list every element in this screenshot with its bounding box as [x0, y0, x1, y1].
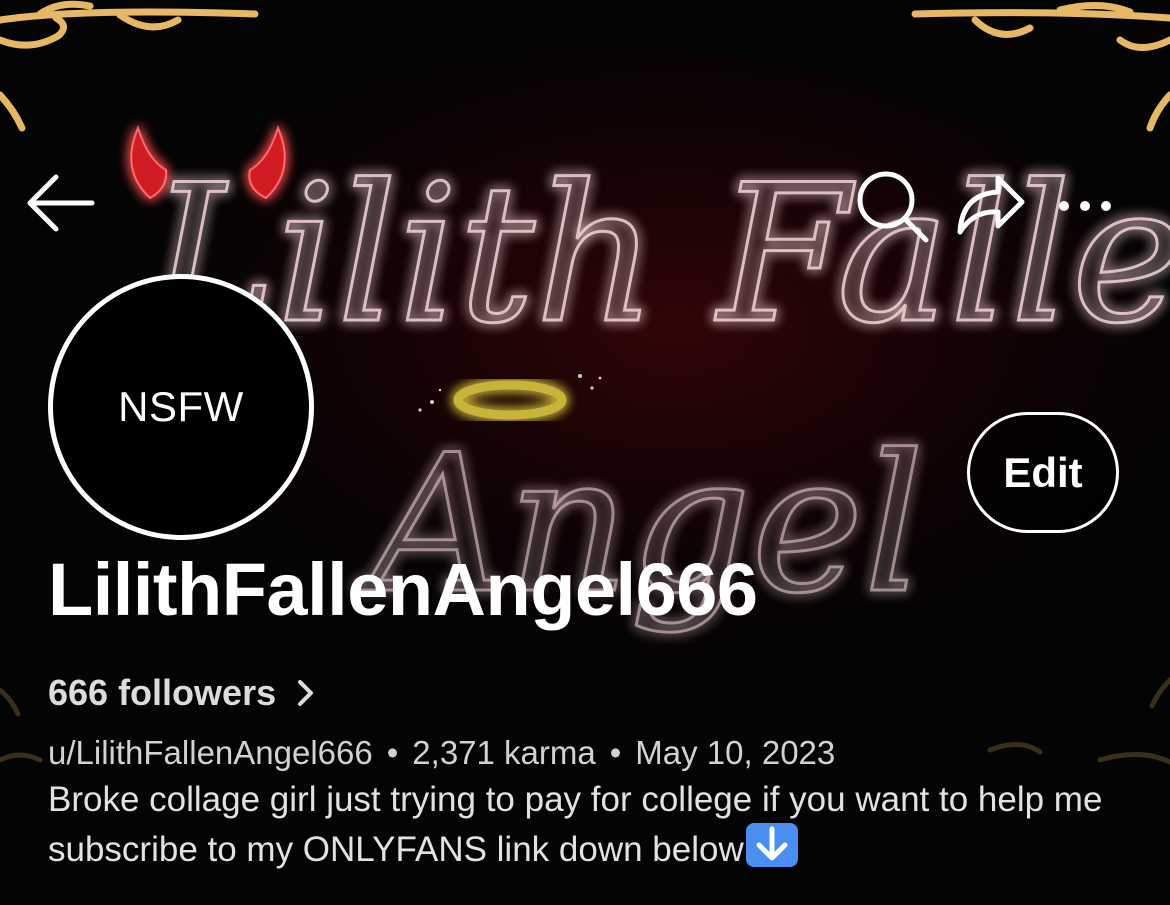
separator: • [609, 734, 622, 771]
cake-day: May 10, 2023 [635, 734, 836, 771]
search-icon[interactable] [852, 166, 932, 246]
profile-bio: Broke collage girl just trying to pay fo… [48, 777, 1138, 872]
username-handle: u/LilithFallenAngel666 [48, 734, 373, 771]
more-icon[interactable] [1052, 182, 1118, 230]
avatar[interactable]: NSFW [48, 274, 314, 540]
followers-link[interactable]: 666 followers [48, 672, 316, 714]
profile-meta: u/LilithFallenAngel666 • 2,371 karma • May 1… [48, 732, 835, 773]
nsfw-label: NSFW [118, 383, 244, 430]
karma-count: 2,371 karma [412, 734, 596, 771]
back-arrow-icon[interactable] [22, 165, 98, 241]
share-icon[interactable] [952, 172, 1028, 238]
separator: • [386, 734, 399, 771]
bio-text: Broke collage girl just trying to pay fo… [48, 780, 1103, 869]
display-name: LilithFallenAngel666 [48, 548, 758, 631]
down-arrow-emoji-icon [745, 822, 798, 867]
edit-profile-button[interactable]: Edit [967, 412, 1119, 533]
chevron-right-icon [298, 680, 314, 706]
followers-count: 666 followers [48, 672, 277, 713]
